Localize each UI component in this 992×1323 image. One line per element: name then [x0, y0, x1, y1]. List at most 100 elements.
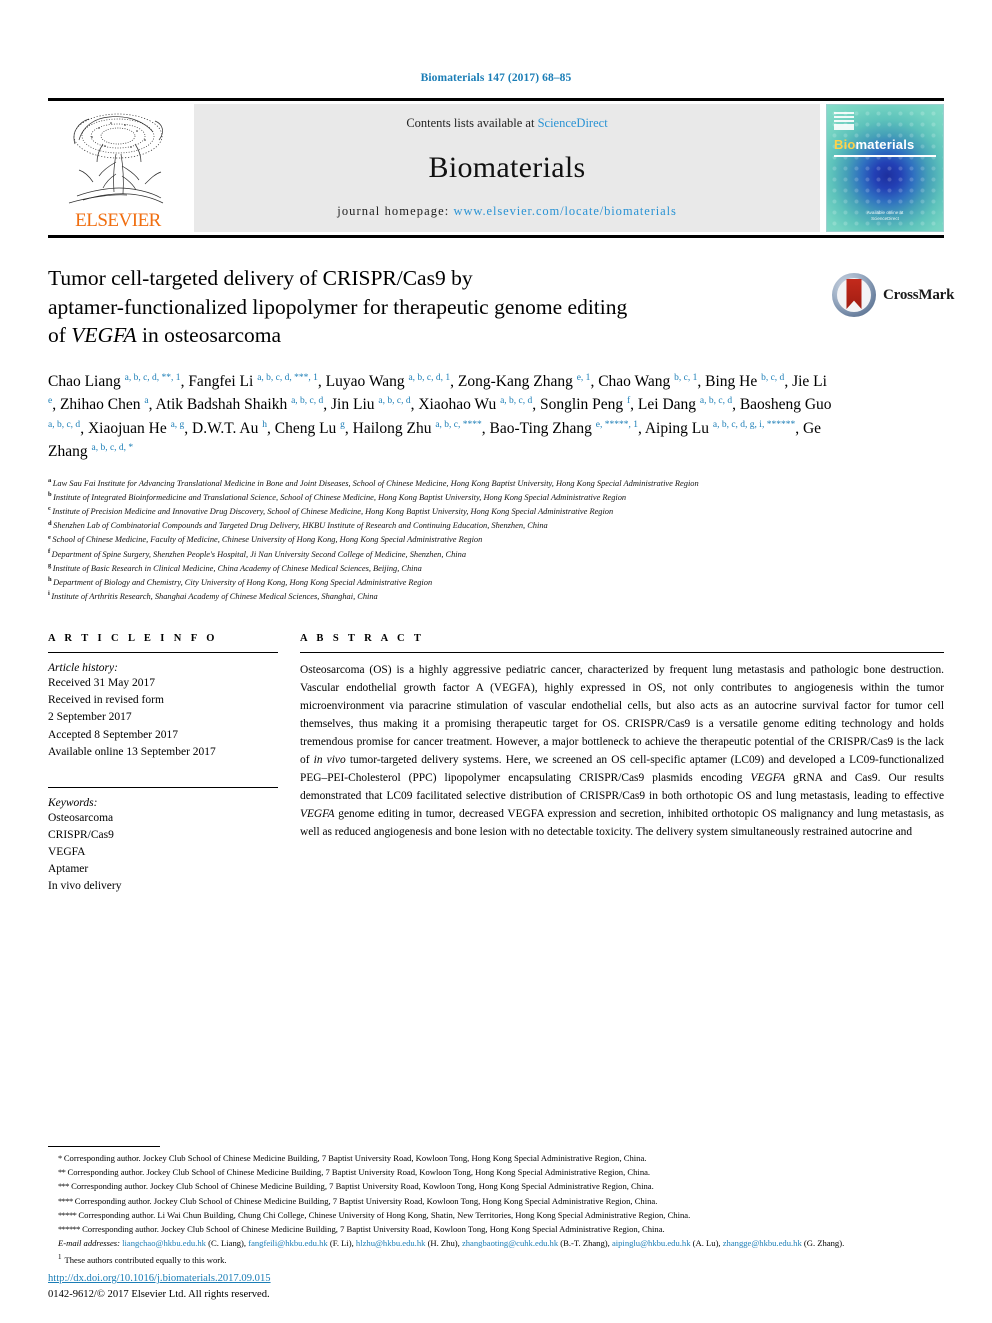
affiliation-text: Institute of Precision Medicine and Inno… [52, 507, 614, 517]
affiliation-marker: g [48, 561, 52, 569]
equal-contribution-note: 1 These authors contributed equally to th… [48, 1253, 944, 1267]
crossmark-label: CrossMark [883, 286, 955, 303]
affiliation-item: f Department of Spine Surgery, Shenzhen P… [48, 548, 848, 562]
affiliation-text: Institute of Basic Research in Clinical … [52, 563, 422, 573]
affiliation-item: i Institute of Arthritis Research, Shangh… [48, 590, 848, 604]
paper-page: Biomaterials 147 (2017) 68–85 ELSEVIER C… [0, 0, 992, 1323]
affiliation-marker: h [48, 575, 52, 583]
affiliation-item: c Institute of Precision Medicine and Inn… [48, 505, 848, 519]
footnote-text: Corresponding author. Jockey Club School… [74, 1195, 658, 1206]
abstract-divider [300, 652, 944, 654]
history-revised-date: 2 September 2017 [48, 711, 132, 724]
equal-contribution-marker: 1 [58, 1252, 62, 1261]
article-info-column: A R T I C L E I N F O Article history: R… [48, 633, 278, 894]
homepage-label: journal homepage: [337, 204, 454, 218]
affiliation-marker: f [48, 547, 51, 555]
email-addresses-note[interactable]: E-mail addresses: liangchao@hkbu.edu.hk … [48, 1236, 944, 1250]
affiliation-text: School of Chinese Medicine, Faculty of M… [52, 535, 483, 545]
affiliation-list: a Law Sau Fai Institute for Advancing Tra… [48, 477, 848, 603]
history-revised: Received in revised form [48, 694, 164, 707]
keyword-item: VEGFA [48, 845, 86, 858]
footnote-item: ***** Corresponding author. Li Wai Chun … [48, 1208, 944, 1222]
affiliation-text: Institute of Integrated Bioinformedicine… [53, 493, 627, 503]
history-online: Available online 13 September 2017 [48, 745, 216, 758]
article-info-heading: A R T I C L E I N F O [48, 633, 218, 645]
keywords-divider [48, 786, 278, 788]
journal-homepage-link[interactable]: www.elsevier.com/locate/biomaterials [454, 204, 677, 218]
title-line-3-suffix: in osteosarcoma [136, 323, 282, 348]
footnote-marker: ***** [58, 1209, 77, 1220]
keywords-block: Keywords: Osteosarcoma CRISPR/Cas9 VEGFA… [48, 786, 278, 895]
footnote-marker: *** [58, 1181, 70, 1192]
affiliation-marker: a [48, 477, 52, 485]
elsevier-wordmark: ELSEVIER [75, 210, 161, 231]
journal-masthead: ELSEVIER Contents lists available at Sci… [48, 98, 944, 238]
author-list: Chao Liang a, b, c, d, **, 1, Fangfei Li… [48, 372, 832, 461]
footnote-item: * Corresponding author. Jockey Club Scho… [48, 1151, 944, 1165]
affiliation-marker: i [48, 590, 50, 598]
keyword-item: Aptamer [48, 862, 89, 875]
keyword-item: CRISPR/Cas9 [48, 828, 114, 841]
footnote-divider [48, 1145, 160, 1147]
title-line-2: aptamer-functionalized lipopolymer for t… [48, 294, 628, 319]
doi-link[interactable]: http://dx.doi.org/10.1016/j.biomaterials… [48, 1271, 271, 1287]
equal-contribution-text: These authors contributed equally to thi… [64, 1254, 227, 1265]
article-info-divider [48, 652, 278, 654]
cover-footer: Available online at ScienceDirect [827, 210, 943, 224]
footnote-text: Corresponding author. Jockey Club School… [63, 1152, 647, 1163]
footnote-marker: **** [58, 1195, 73, 1206]
cover-title-bio: Bio [834, 137, 856, 152]
footnote-text: Corresponding author. Jockey Club School… [71, 1181, 654, 1192]
copyright-line: 0142-9612/© 2017 Elsevier Ltd. All right… [48, 1289, 270, 1301]
contents-box: Contents lists available at ScienceDirec… [194, 104, 820, 232]
contents-available-line: Contents lists available at ScienceDirec… [406, 116, 607, 131]
affiliation-marker: e [48, 533, 51, 541]
affiliation-marker: b [48, 491, 52, 499]
article-title: Tumor cell-targeted delivery of CRISPR/C… [48, 264, 808, 350]
footnote-item: ** Corresponding author. Jockey Club Sch… [48, 1165, 944, 1179]
history-received: Received 31 May 2017 [48, 677, 155, 690]
abstract-column: A B S T R A C T Osteosarcoma (OS) is a h… [300, 633, 944, 894]
footnote-marker: ****** [58, 1224, 81, 1235]
title-area: Tumor cell-targeted delivery of CRISPR/C… [48, 264, 954, 350]
crossmark-circle-icon [832, 273, 876, 317]
abstract-text: Osteosarcoma (OS) is a highly aggressive… [300, 664, 944, 838]
doi-copyright-block: http://dx.doi.org/10.1016/j.biomaterials… [48, 1271, 271, 1303]
title-line-1: Tumor cell-targeted delivery of CRISPR/C… [48, 266, 473, 290]
footnote-text: Corresponding author. Li Wai Chun Buildi… [78, 1209, 691, 1220]
elsevier-tree-icon [68, 113, 164, 204]
affiliation-item: a Law Sau Fai Institute for Advancing Tra… [48, 477, 848, 491]
affiliation-marker: d [48, 519, 52, 527]
keyword-item: In vivo delivery [48, 879, 122, 892]
keywords-label: Keywords: [48, 796, 98, 809]
publisher-mark-icon [834, 112, 854, 130]
footnote-marker: ** [58, 1167, 66, 1178]
footnote-marker: * [58, 1152, 62, 1163]
title-line-3-prefix: of [48, 323, 72, 348]
sciencedirect-link[interactable]: ScienceDirect [538, 116, 608, 130]
info-abstract-row: A R T I C L E I N F O Article history: R… [48, 633, 944, 894]
footnote-item: *** Corresponding author. Jockey Club Sc… [48, 1179, 944, 1193]
affiliation-item: g Institute of Basic Research in Clinical… [48, 562, 848, 576]
cover-journal-title: Biomaterials [834, 137, 914, 152]
footnote-text: Corresponding author. Jockey Club School… [82, 1224, 665, 1235]
cover-footer-line2: ScienceDirect [871, 216, 899, 222]
keyword-item: Osteosarcoma [48, 811, 114, 824]
running-head: Biomaterials 147 (2017) 68–85 [420, 72, 572, 84]
elsevier-logo: ELSEVIER [48, 104, 188, 232]
footnote-block: * Corresponding author. Jockey Club Scho… [48, 1145, 944, 1267]
history-accepted: Accepted 8 September 2017 [48, 728, 178, 741]
affiliation-item: b Institute of Integrated Bioinformedicin… [48, 491, 848, 505]
title-gene-name: VEGFA [71, 323, 137, 348]
cover-divider [834, 155, 936, 157]
cover-footer-line1: Available online at [866, 209, 904, 215]
footnote-item: ****** Corresponding author. Jockey Club… [48, 1222, 944, 1236]
affiliation-text: Institute of Arthritis Research, Shangha… [51, 591, 378, 601]
affiliation-marker: c [48, 505, 51, 513]
crossmark-badge[interactable]: CrossMark [832, 268, 954, 322]
affiliation-text: Shenzhen Lab of Combinatorial Compounds … [53, 521, 548, 531]
article-history-label: Article history: [48, 662, 118, 675]
abstract-heading: A B S T R A C T [300, 633, 425, 645]
journal-homepage-line: journal homepage: www.elsevier.com/locat… [337, 204, 677, 219]
journal-cover-thumbnail: Biomaterials Available online at Science… [826, 104, 944, 232]
